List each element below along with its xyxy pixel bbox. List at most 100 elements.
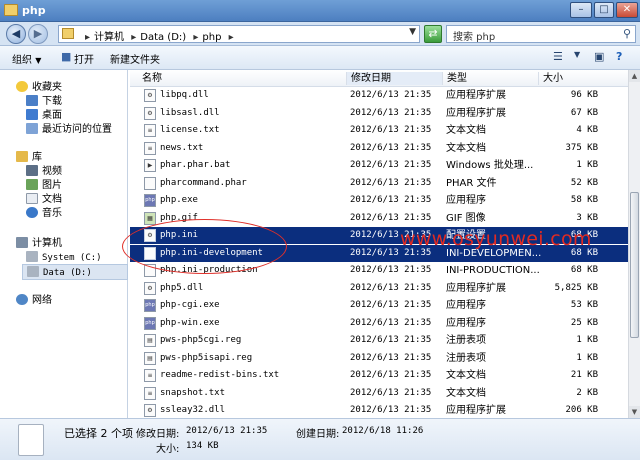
file-row[interactable]: php.ini-production 2012/6/13 21:35 INI-PRO… bbox=[130, 262, 628, 279]
file-dll-icon: ⚙ bbox=[144, 106, 156, 120]
column-date[interactable]: 修改日期 bbox=[346, 72, 442, 85]
file-name: php.exe bbox=[160, 195, 198, 205]
file-row[interactable]: php php.exe 2012/6/13 21:35 应用程序 58 KB bbox=[130, 192, 628, 209]
breadcrumb-computer[interactable]: 计算机 bbox=[94, 32, 124, 43]
breadcrumb-separator: ▸ bbox=[85, 32, 91, 43]
file-type: 应用程序扩展 bbox=[446, 90, 506, 101]
refresh-button[interactable]: ⇄ bbox=[424, 25, 442, 43]
nav-label: 下载 bbox=[42, 96, 62, 107]
minimize-button[interactable]: – bbox=[570, 2, 592, 18]
forward-button[interactable]: ▶ bbox=[28, 24, 48, 44]
maximize-button[interactable]: □ bbox=[594, 2, 614, 18]
vertical-scrollbar[interactable]: ▲ ▼ bbox=[628, 70, 640, 418]
file-date: 2012/6/13 21:35 bbox=[350, 265, 432, 275]
file-row[interactable]: ⚙ libsasl.dll 2012/6/13 21:35 应用程序扩展 67 KB bbox=[130, 105, 628, 122]
file-row[interactable]: pharcommand.phar 2012/6/13 21:35 PHAR 文件 52… bbox=[130, 175, 628, 192]
file-name: libsasl.dll bbox=[160, 107, 220, 118]
file-name: phar.phar.bat bbox=[160, 160, 231, 170]
close-button[interactable]: ✕ bbox=[616, 2, 638, 18]
navigation-pane: 收藏夹 下载 桌面 最近访问的位置 库 视频 图片 文档 音乐 计算机 Syst… bbox=[0, 70, 128, 418]
scroll-thumb[interactable] bbox=[630, 192, 639, 338]
title-bar[interactable]: php – □ ✕ bbox=[0, 0, 640, 22]
breadcrumb-separator[interactable]: ▸ bbox=[229, 32, 234, 43]
back-button[interactable]: ◀ bbox=[6, 24, 26, 44]
nav-label: 计算机 bbox=[32, 238, 62, 249]
breadcrumb: ▸ 计算机 ▸ Data (D:) ▸ php ▸ bbox=[81, 28, 238, 43]
breadcrumb-separator[interactable]: ▸ bbox=[193, 32, 198, 43]
open-button[interactable]: 打开 bbox=[74, 51, 94, 66]
search-input[interactable]: 搜索 php ⚲ bbox=[446, 25, 636, 43]
breadcrumb-folder[interactable]: php bbox=[202, 32, 221, 43]
chevron-down-icon[interactable]: ▼ bbox=[409, 27, 416, 37]
file-php-icon: php bbox=[144, 299, 156, 312]
file-row[interactable]: php php-cgi.exe 2012/6/13 21:35 应用程序 53 KB bbox=[130, 297, 628, 314]
arrow-left-icon: ◀ bbox=[11, 27, 21, 40]
file-row[interactable]: php php-win.exe 2012/6/13 21:35 应用程序 25 KB bbox=[130, 315, 628, 332]
file-row[interactable]: ▦ php.gif 2012/6/13 21:35 GIF 图像 3 KB bbox=[130, 210, 628, 227]
file-name: php.ini-development bbox=[160, 247, 263, 258]
file-name: php.gif bbox=[160, 212, 198, 223]
nav-network[interactable]: 网络 bbox=[16, 293, 52, 309]
file-dll-icon: ⚙ bbox=[144, 281, 156, 295]
chevron-down-icon: ▼ bbox=[35, 56, 42, 65]
organize-label: 组织 bbox=[12, 55, 32, 66]
address-bar-row: ◀ ▶ ▸ 计算机 ▸ Data (D:) ▸ php ▸ ▼ ⇄ 搜索 php ⚲ bbox=[0, 22, 640, 46]
file-type: 注册表项 bbox=[446, 352, 486, 364]
open-icon: ■ bbox=[61, 50, 72, 63]
file-row[interactable]: ▤ pws-php5cgi.reg 2012/6/13 21:35 注册表项 1 KB bbox=[130, 332, 628, 349]
nav-recent[interactable]: 最近访问的位置 bbox=[26, 122, 112, 138]
library-icon bbox=[16, 151, 28, 162]
scroll-down-arrow[interactable]: ▼ bbox=[629, 406, 640, 418]
file-date: 2012/6/13 21:35 bbox=[350, 125, 432, 135]
help-icon[interactable]: ? bbox=[616, 50, 622, 63]
command-bar: 组织 ▼ ■ 打开 新建文件夹 ☰ ▼ ▣ ? bbox=[0, 46, 640, 70]
file-size: 5,825 KB bbox=[554, 282, 598, 293]
file-reg-icon: ▤ bbox=[144, 351, 156, 365]
file-row[interactable]: ≡ readme-redist-bins.txt 2012/6/13 21:35 文本… bbox=[130, 367, 628, 384]
new-folder-button[interactable]: 新建文件夹 bbox=[110, 51, 160, 66]
nav-music[interactable]: 音乐 bbox=[26, 206, 62, 222]
column-type[interactable]: 类型 bbox=[442, 72, 538, 85]
column-size[interactable]: 大小 bbox=[538, 72, 602, 85]
column-header-row: 名称 修改日期 类型 大小 bbox=[130, 70, 628, 87]
file-list[interactable]: ⚙ libpq.dll 2012/6/13 21:35 应用程序扩展 96 KB ⚙ lib… bbox=[130, 87, 628, 417]
scroll-up-arrow[interactable]: ▲ bbox=[629, 70, 640, 82]
file-date: 2012/6/13 21:35 bbox=[350, 352, 432, 363]
file-ini-icon: ⚙ bbox=[144, 229, 156, 242]
view-options-icon[interactable]: ☰ bbox=[553, 50, 563, 63]
music-icon bbox=[26, 207, 38, 218]
nav-label: Data (D:) bbox=[43, 268, 92, 278]
file-size: 53 KB bbox=[570, 300, 598, 310]
address-bar[interactable]: ▸ 计算机 ▸ Data (D:) ▸ php ▸ ▼ bbox=[58, 25, 420, 43]
file-name: php5.dll bbox=[160, 282, 204, 293]
file-row[interactable]: ⚙ ssleay32.dll 2012/6/13 21:35 应用程序扩展 206 KB bbox=[130, 402, 628, 417]
organize-button[interactable]: 组织 ▼ bbox=[12, 51, 41, 66]
file-row[interactable]: ▶ phar.phar.bat 2012/6/13 21:35 Windows 批处理… bbox=[130, 157, 628, 174]
file-row[interactable]: ≡ news.txt 2012/6/13 21:35 文本文档 375 KB bbox=[130, 140, 628, 157]
file-row[interactable]: ≡ snapshot.txt 2012/6/13 21:35 文本文档 2 KB bbox=[130, 385, 628, 402]
file-date: 2012/6/13 21:35 bbox=[350, 282, 432, 293]
file-date: 2012/6/13 21:35 bbox=[350, 387, 432, 398]
breadcrumb-drive[interactable]: Data (D:) bbox=[140, 32, 186, 43]
documents-icon bbox=[26, 193, 38, 204]
column-name[interactable]: 名称 bbox=[138, 72, 348, 85]
file-size: 67 KB bbox=[570, 107, 598, 118]
file-row[interactable]: ⚙ php5.dll 2012/6/13 21:35 应用程序扩展 5,825 KB bbox=[130, 280, 628, 297]
preview-pane-icon[interactable]: ▣ bbox=[594, 50, 604, 63]
file-php-icon: php bbox=[144, 316, 156, 330]
search-icon[interactable]: ⚲ bbox=[623, 27, 631, 40]
breadcrumb-separator[interactable]: ▸ bbox=[131, 32, 136, 43]
file-row[interactable]: ≡ license.txt 2012/6/13 21:35 文本文档 4 KB bbox=[130, 122, 628, 139]
file-row[interactable]: ⚙ libpq.dll 2012/6/13 21:35 应用程序扩展 96 KB bbox=[130, 87, 628, 104]
watermark: www.osyunwei.com bbox=[400, 228, 592, 250]
file-date: 2012/6/13 21:35 bbox=[350, 142, 432, 153]
size-value: 134 KB bbox=[186, 441, 219, 451]
nav-label: 收藏夹 bbox=[32, 82, 62, 93]
file-gif-icon: ▦ bbox=[144, 211, 156, 225]
chevron-down-icon[interactable]: ▼ bbox=[574, 50, 580, 59]
nav-drive-d[interactable]: Data (D:) bbox=[22, 264, 128, 280]
window-title: php bbox=[22, 4, 46, 17]
file-type: 应用程序 bbox=[446, 300, 486, 311]
file-row[interactable]: ▤ pws-php5isapi.reg 2012/6/13 21:35 注册表项 1 K… bbox=[130, 350, 628, 367]
file-size: 1 KB bbox=[576, 335, 598, 345]
